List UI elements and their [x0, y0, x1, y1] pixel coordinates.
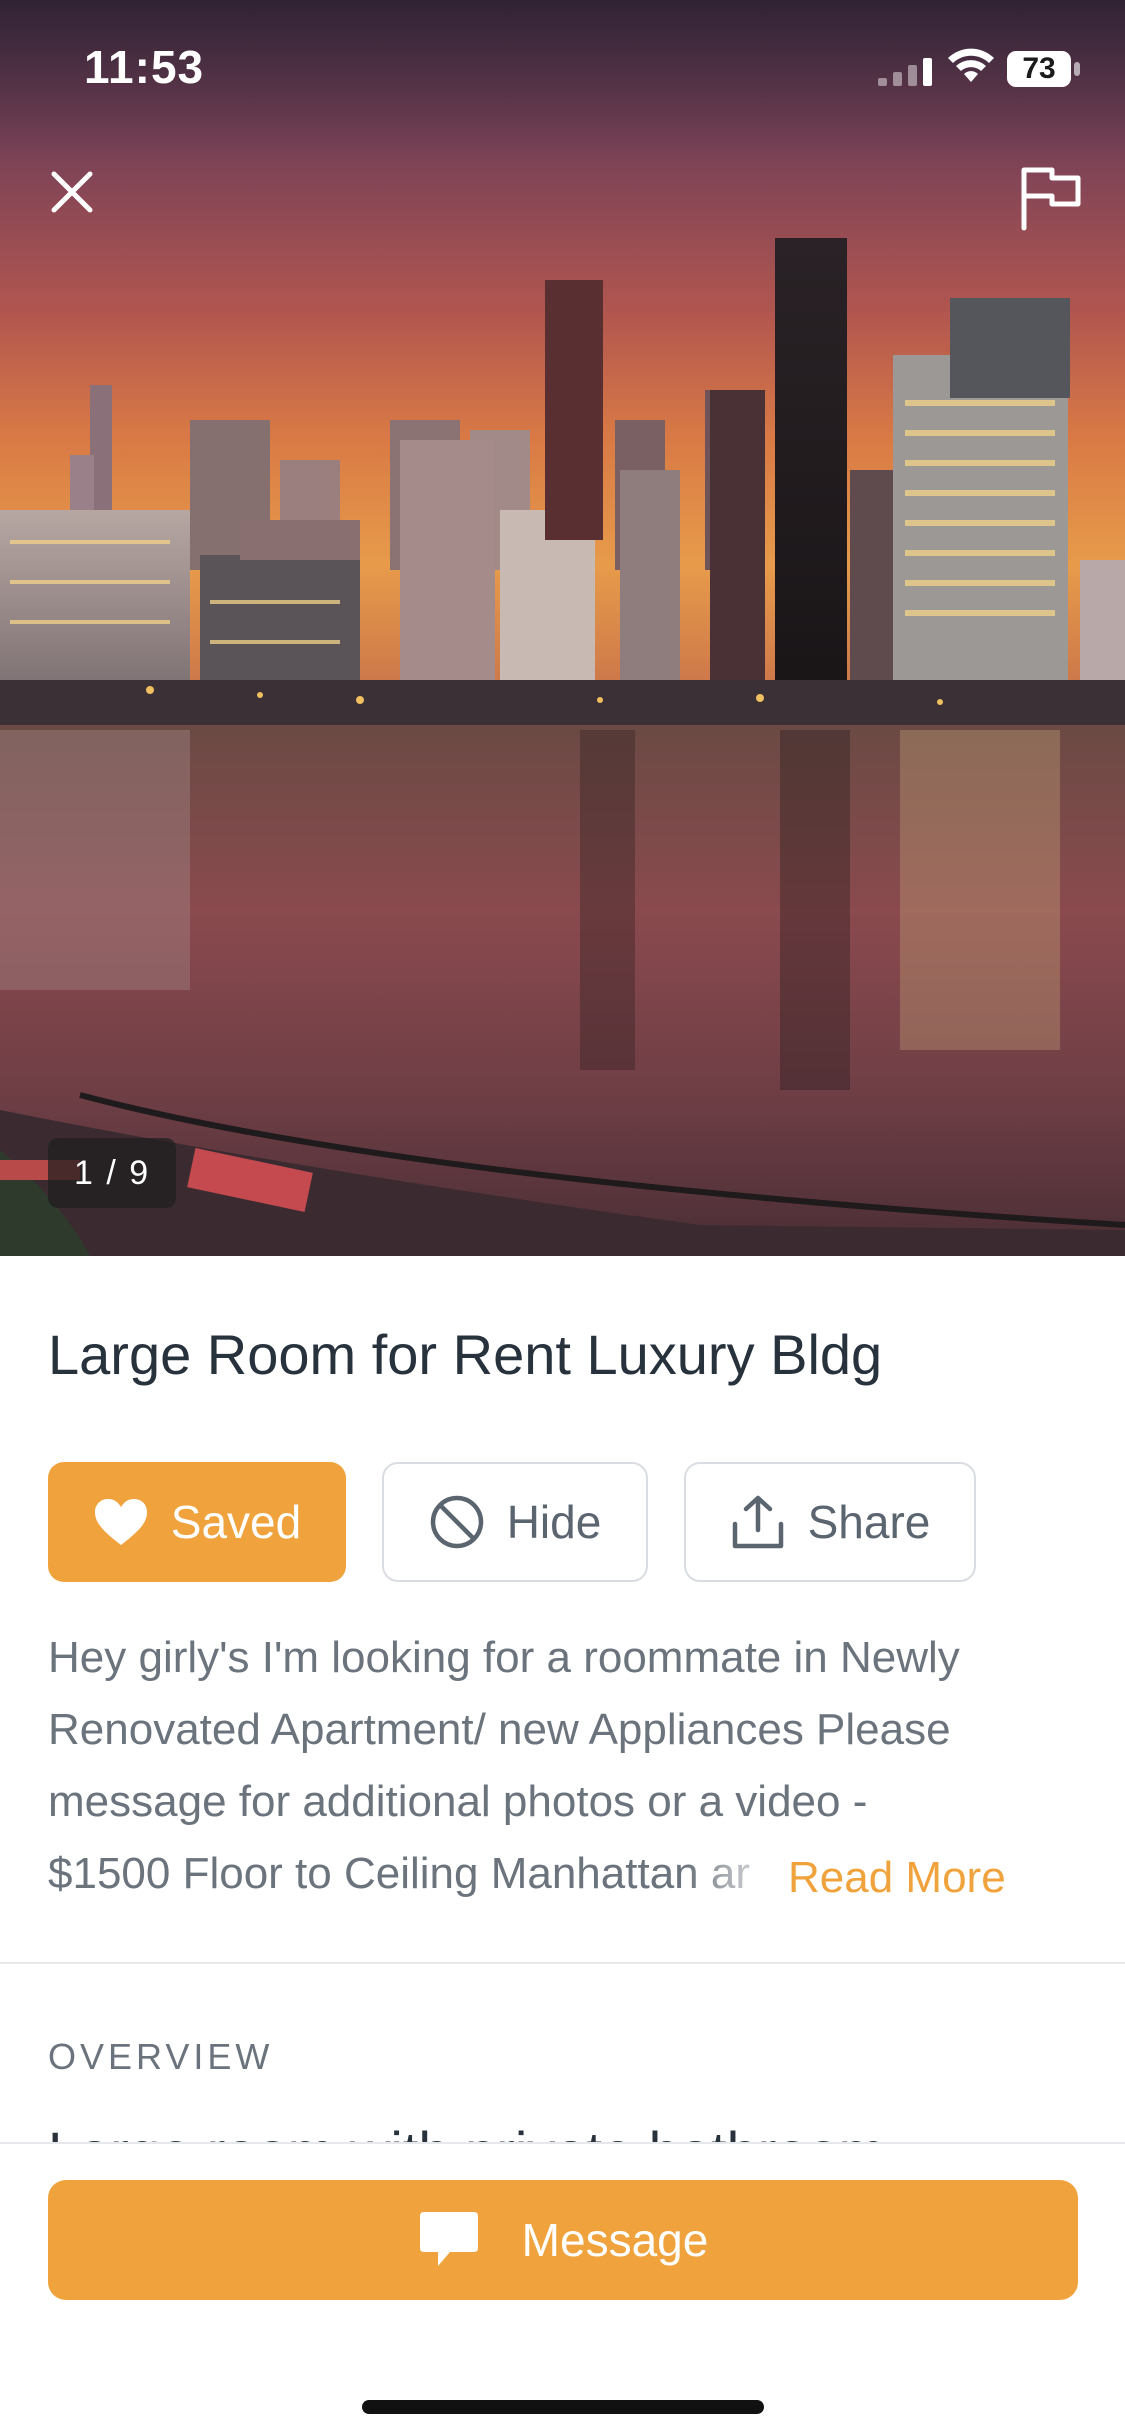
- photo-counter: 1 / 9: [48, 1138, 177, 1208]
- section-divider: [0, 1962, 1125, 1964]
- saved-button[interactable]: Saved: [48, 1462, 346, 1582]
- overview-text: Large room with private bathroom: [48, 2112, 1088, 2142]
- read-more-link[interactable]: Read More: [788, 1842, 1006, 1914]
- status-time: 11:53: [84, 41, 205, 93]
- overview-heading: OVERVIEW: [48, 2036, 274, 2077]
- hide-label: Hide: [506, 1496, 602, 1548]
- city-skyline-photo: [0, 0, 1125, 1256]
- message-label: Message: [521, 2214, 709, 2266]
- saved-label: Saved: [170, 1496, 302, 1548]
- block-icon: [430, 1495, 483, 1549]
- description-line: Hey girly's I'm looking for a roommate i…: [48, 1633, 960, 1682]
- share-button[interactable]: Share: [684, 1462, 976, 1582]
- status-bar: 11:53 73: [0, 0, 1125, 140]
- action-buttons: Saved Hide Share: [48, 1462, 1078, 1582]
- description-line: Renovated Apartment/ new Appliances Plea…: [48, 1705, 951, 1754]
- chat-bubble-icon: [419, 2212, 478, 2266]
- listing-photo[interactable]: 11:53 73 1 / 9: [0, 0, 1125, 1256]
- hide-button[interactable]: Hide: [382, 1462, 648, 1582]
- share-icon: [732, 1495, 783, 1549]
- flag-icon[interactable]: [1012, 160, 1088, 236]
- listing-title: Large Room for Rent Luxury Bldg: [48, 1323, 883, 1386]
- close-icon[interactable]: [40, 160, 104, 224]
- wifi-icon: [948, 48, 994, 82]
- description-line: message for additional photos or a video…: [48, 1777, 868, 1826]
- message-button[interactable]: Message: [48, 2180, 1078, 2300]
- share-label: Share: [807, 1496, 931, 1548]
- description-line: $1500 Floor to Ceiling Manhattan ar: [48, 1849, 750, 1898]
- battery-level: 73: [1022, 52, 1056, 85]
- heart-icon: [94, 1499, 147, 1545]
- bottom-action-bar: Message: [0, 2142, 1125, 2436]
- cellular-signal-icon: [878, 58, 932, 86]
- home-indicator[interactable]: [362, 2400, 764, 2414]
